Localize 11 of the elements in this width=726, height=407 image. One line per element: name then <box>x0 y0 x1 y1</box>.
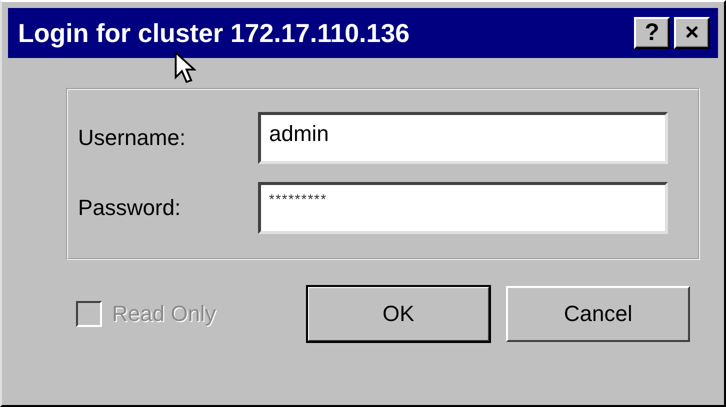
field-label: Username: <box>78 125 187 151</box>
field-label: Password: <box>78 195 182 221</box>
cancel-button[interactable]: Cancel <box>506 286 690 342</box>
help-button[interactable]: ? <box>634 17 670 49</box>
mouse-pointer-icon <box>174 51 196 85</box>
window-title: Login for cluster 172.17.110.136 <box>18 18 410 48</box>
checkbox-label: Read Only <box>112 301 216 327</box>
ok-button[interactable]: OK <box>306 286 490 342</box>
password-field[interactable]: ********* <box>258 182 668 234</box>
close-button[interactable]: × <box>674 17 710 49</box>
username-field[interactable]: admin <box>258 112 668 164</box>
